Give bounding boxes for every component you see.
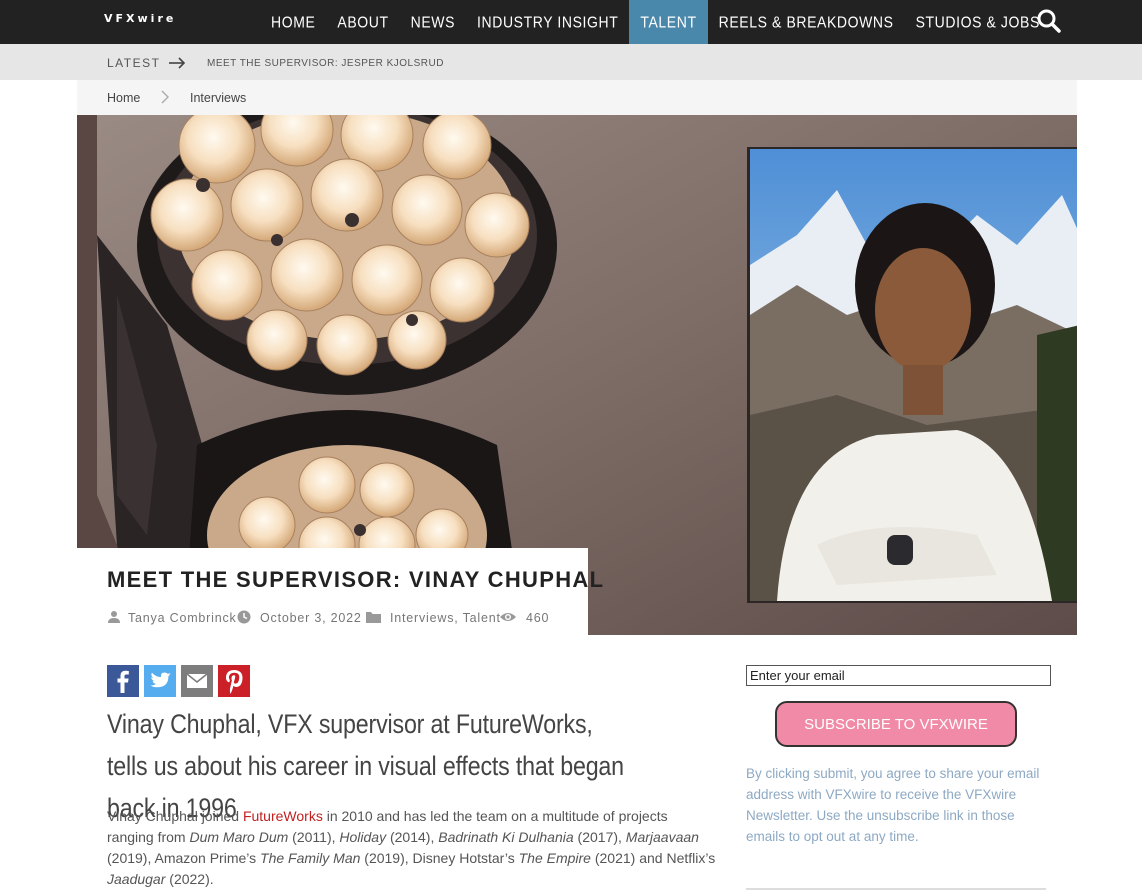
body-text-segment: (2017),: [573, 829, 626, 845]
subscribe-button[interactable]: SUBSCRIBE TO VFXWIRE: [775, 701, 1017, 747]
body-text-segment: (2022).: [165, 871, 214, 887]
facebook-icon[interactable]: [107, 665, 139, 697]
article-categories[interactable]: Interviews, Talent: [390, 611, 501, 625]
film-title: Jaadugar: [107, 871, 166, 887]
body-text-segment: (2019), Disney Hotstar’s: [360, 850, 519, 866]
latest-ticker: LATEST MEET THE SUPERVISOR: JESPER KJOLS…: [0, 44, 1142, 80]
body-text-segment: (2014),: [386, 829, 439, 845]
nav-item-home[interactable]: HOME: [260, 0, 326, 46]
main-nav: HOME ABOUT NEWS INDUSTRY INSIGHT TALENT …: [260, 0, 1051, 44]
newsletter-consent-text: By clicking submit, you agree to share y…: [746, 766, 1040, 844]
nav-item-studios-jobs[interactable]: STUDIOS & JOBS: [905, 0, 1051, 46]
body-text-segment: (2019), Amazon Prime’s: [107, 850, 261, 866]
latest-label: LATEST: [107, 56, 161, 70]
search-icon[interactable]: [1036, 8, 1062, 34]
nav-item-talent[interactable]: TALENT: [629, 0, 708, 44]
long-arrow-right-icon: [169, 57, 186, 69]
eye-icon: [500, 613, 516, 621]
site-logo[interactable]: VFXwire: [104, 12, 176, 25]
clock-icon: [237, 610, 251, 624]
user-icon: [108, 611, 120, 623]
breadcrumb-interviews[interactable]: Interviews: [190, 91, 246, 105]
film-title: Dum Maro Dum: [189, 829, 289, 845]
article-title: MEET THE SUPERVISOR: VINAY CHUPHAL: [107, 567, 605, 592]
film-title: The Family Man: [260, 850, 361, 866]
futureworks-link[interactable]: FutureWorks: [243, 808, 323, 824]
sidebar-divider: [746, 888, 1046, 890]
nav-item-industry-insight[interactable]: INDUSTRY INSIGHT: [466, 0, 629, 46]
nav-item-news[interactable]: NEWS: [400, 0, 466, 46]
folder-icon: [366, 612, 381, 623]
twitter-icon[interactable]: [144, 665, 176, 697]
film-title: Holiday: [339, 829, 387, 845]
film-title: The Empire: [518, 850, 591, 866]
nav-item-label: TALENT: [640, 13, 697, 31]
top-nav-bar: VFXwire HOME ABOUT NEWS INDUSTRY INSIGHT…: [0, 0, 1142, 44]
breadcrumb: Home Interviews: [77, 80, 1077, 115]
nav-item-reels-breakdowns[interactable]: REELS & BREAKDOWNS: [708, 0, 905, 46]
chevron-right-icon: [161, 90, 169, 104]
body-text-segment: (2021) and Netflix’s: [590, 850, 716, 866]
breadcrumb-home[interactable]: Home: [107, 91, 140, 105]
nav-item-label: ABOUT: [337, 13, 389, 31]
nav-item-label: INDUSTRY INSIGHT: [477, 13, 619, 31]
newsletter-email-input[interactable]: [746, 665, 1051, 686]
film-title: Marjaavaan: [625, 829, 699, 845]
body-text-segment: Vinay Chuphal joined: [107, 808, 243, 824]
nav-item-label: NEWS: [410, 13, 456, 31]
nav-item-label: HOME: [271, 13, 316, 31]
nav-item-label: STUDIOS & JOBS: [915, 13, 1040, 31]
email-icon[interactable]: [181, 665, 213, 697]
nav-item-label: REELS & BREAKDOWNS: [718, 13, 894, 31]
article-date: October 3, 2022: [260, 611, 362, 625]
article-views: 460: [526, 611, 550, 625]
film-title: Badrinath Ki Dulhania: [438, 829, 574, 845]
latest-headline-link[interactable]: MEET THE SUPERVISOR: JESPER KJOLSRUD: [207, 58, 444, 69]
body-text-segment: (2011),: [288, 829, 340, 845]
nav-item-about[interactable]: ABOUT: [326, 0, 399, 46]
article-author[interactable]: Tanya Combrinck: [128, 611, 237, 625]
article-body-paragraph: Vinay Chuphal joined FutureWorks in 2010…: [107, 806, 717, 890]
pinterest-icon[interactable]: [218, 665, 250, 697]
